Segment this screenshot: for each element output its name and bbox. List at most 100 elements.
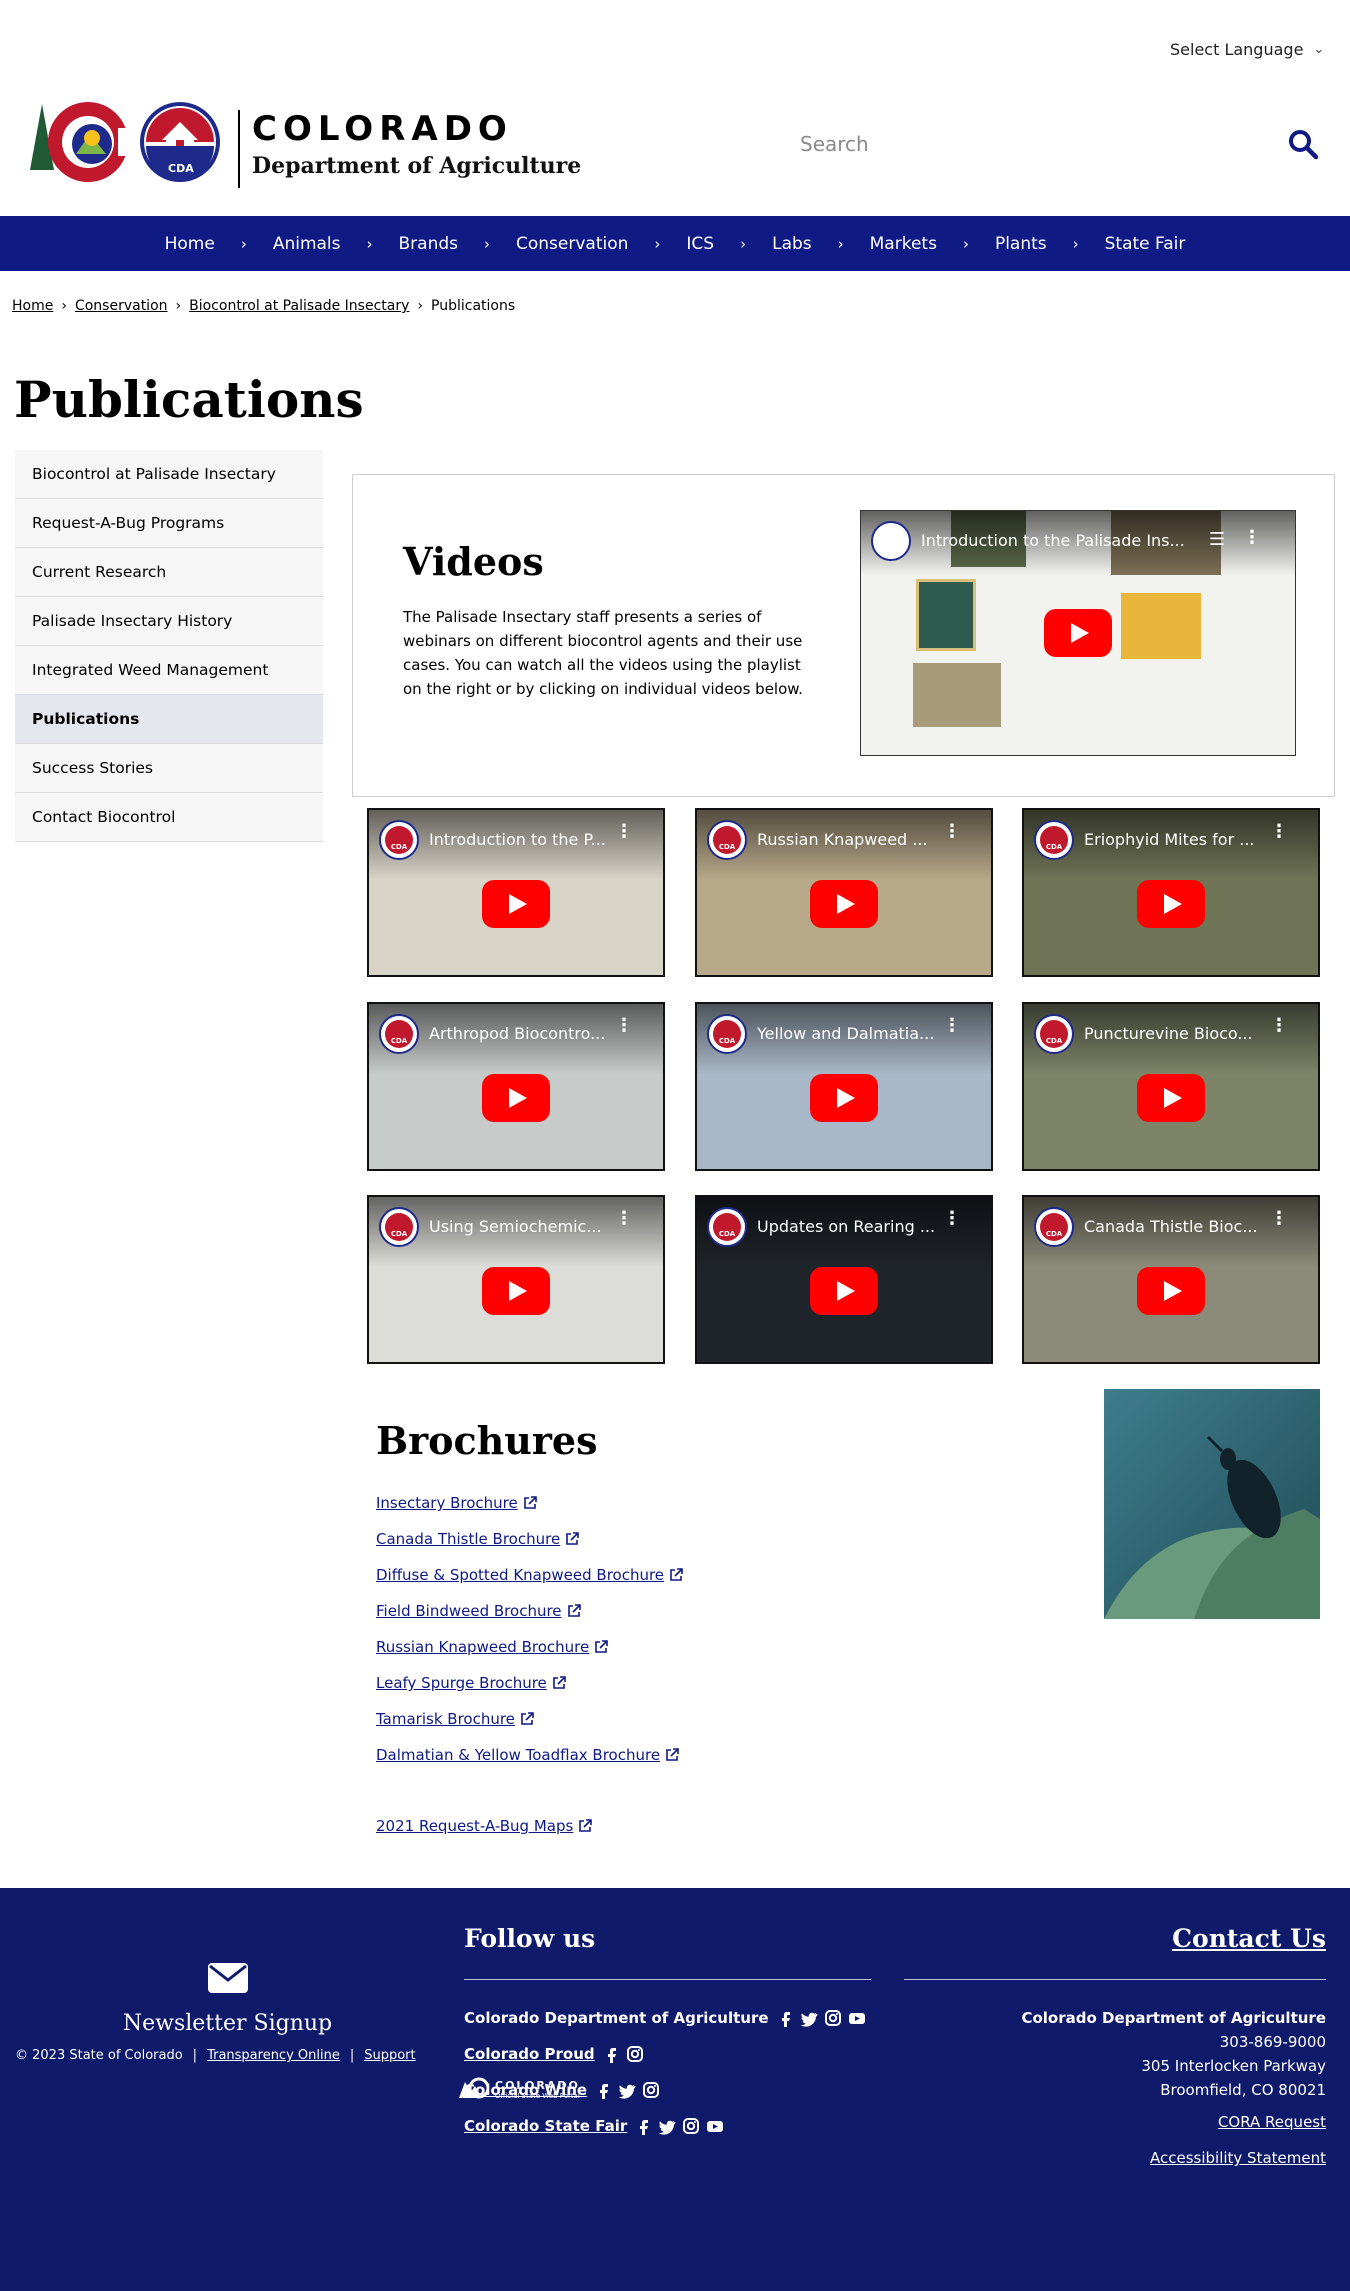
- playlist-icon[interactable]: ☰: [1209, 529, 1225, 550]
- sidebar-item-current-research[interactable]: Current Research: [15, 548, 323, 597]
- video-thumbnail[interactable]: Puncturevine Bioco... ⋮: [1022, 1002, 1320, 1171]
- play-button[interactable]: [1044, 609, 1112, 657]
- channel-avatar[interactable]: [379, 1014, 419, 1054]
- channel-avatar[interactable]: [379, 1207, 419, 1247]
- youtube-icon[interactable]: [848, 2009, 866, 2027]
- breadcrumb-biocontrol[interactable]: Biocontrol at Palisade Insectary: [189, 298, 409, 314]
- more-options-icon[interactable]: ⋮: [943, 823, 961, 841]
- channel-avatar[interactable]: [1034, 1207, 1074, 1247]
- facebook-icon[interactable]: [594, 2081, 612, 2099]
- youtube-icon[interactable]: [706, 2117, 724, 2135]
- more-options-icon[interactable]: ⋮: [615, 823, 633, 841]
- contact-address-1: 305 Interlocken Parkway: [1141, 2057, 1326, 2075]
- more-options-icon[interactable]: ⋮: [1270, 1210, 1288, 1228]
- twitter-icon[interactable]: [658, 2117, 676, 2135]
- cora-request-link[interactable]: CORA Request: [904, 2104, 1326, 2140]
- brochure-link[interactable]: Diffuse & Spotted Knapweed Brochure: [376, 1557, 683, 1593]
- brochure-link[interactable]: Leafy Spurge Brochure: [376, 1665, 683, 1701]
- brochure-link[interactable]: Canada Thistle Brochure: [376, 1521, 683, 1557]
- channel-avatar[interactable]: [1034, 1014, 1074, 1054]
- video-thumbnail[interactable]: Russian Knapweed ... ⋮: [695, 808, 993, 977]
- follow-heading: Follow us: [464, 1924, 871, 1980]
- more-options-icon[interactable]: ⋮: [943, 1017, 961, 1035]
- video-thumbnail[interactable]: Using Semiochemic... ⋮: [367, 1195, 665, 1364]
- more-options-icon[interactable]: ⋮: [615, 1210, 633, 1228]
- facebook-icon[interactable]: [634, 2117, 652, 2135]
- search-icon[interactable]: [1286, 127, 1320, 161]
- sidebar-item-publications[interactable]: Publications: [15, 695, 323, 744]
- play-button[interactable]: [1137, 1074, 1205, 1123]
- video-thumbnail[interactable]: Yellow and Dalmatia... ⋮: [695, 1002, 993, 1171]
- more-options-icon[interactable]: ⋮: [1243, 527, 1261, 548]
- play-button[interactable]: [810, 1267, 878, 1316]
- channel-avatar[interactable]: [1034, 820, 1074, 860]
- sidebar-item-weed-management[interactable]: Integrated Weed Management: [15, 646, 323, 695]
- instagram-icon[interactable]: [642, 2081, 660, 2099]
- instagram-icon[interactable]: [682, 2117, 700, 2135]
- social-account-label[interactable]: Colorado State Fair: [464, 2117, 627, 2135]
- play-button[interactable]: [810, 880, 878, 929]
- video-thumbnail[interactable]: Arthropod Biocontro... ⋮: [367, 1002, 665, 1171]
- videos-description: The Palisade Insectary staff presents a …: [403, 608, 803, 698]
- nav-item-animals[interactable]: Animals ›: [273, 234, 373, 254]
- nav-item-plants[interactable]: Plants ›: [995, 234, 1079, 254]
- facebook-icon[interactable]: [602, 2045, 620, 2063]
- nav-item-brands[interactable]: Brands ›: [399, 234, 491, 254]
- nav-item-markets[interactable]: Markets ›: [870, 234, 969, 254]
- more-options-icon[interactable]: ⋮: [615, 1017, 633, 1035]
- twitter-icon[interactable]: [800, 2009, 818, 2027]
- newsletter-signup[interactable]: Newsletter Signup: [95, 1963, 360, 2036]
- social-account-label[interactable]: Colorado Proud: [464, 2045, 595, 2063]
- language-selector[interactable]: Select Language ⌄: [1170, 40, 1324, 59]
- channel-avatar[interactable]: [707, 1207, 747, 1247]
- logo-wordmark[interactable]: COLORADO Department of Agriculture: [238, 110, 581, 188]
- more-options-icon[interactable]: ⋮: [1270, 823, 1288, 841]
- sidebar-item-contact[interactable]: Contact Biocontrol: [15, 793, 323, 842]
- twitter-icon[interactable]: [618, 2081, 636, 2099]
- contact-heading[interactable]: Contact Us: [904, 1924, 1326, 1980]
- playlist-embed[interactable]: Introduction to the Palisade Ins... ☰ ⋮: [860, 510, 1296, 756]
- video-thumbnail[interactable]: Introduction to the P... ⋮: [367, 808, 665, 977]
- video-thumbnail[interactable]: Updates on Rearing ... ⋮: [695, 1195, 993, 1364]
- play-button[interactable]: [1137, 1267, 1205, 1316]
- play-button[interactable]: [1137, 880, 1205, 929]
- video-thumbnail[interactable]: Eriophyid Mites for ... ⋮: [1022, 808, 1320, 977]
- channel-avatar[interactable]: [707, 820, 747, 860]
- channel-avatar[interactable]: [379, 820, 419, 860]
- sidebar-item-success-stories[interactable]: Success Stories: [15, 744, 323, 793]
- brochure-label: Diffuse & Spotted Knapweed Brochure: [376, 1566, 665, 1584]
- more-options-icon[interactable]: ⋮: [943, 1210, 961, 1228]
- brochure-link[interactable]: Field Bindweed Brochure: [376, 1593, 683, 1629]
- instagram-icon[interactable]: [824, 2009, 842, 2027]
- nav-item-labs[interactable]: Labs ›: [772, 234, 844, 254]
- transparency-link[interactable]: Transparency Online: [207, 2048, 340, 2063]
- nav-item-ics[interactable]: ICS ›: [686, 234, 746, 254]
- brochure-link[interactable]: Tamarisk Brochure: [376, 1701, 683, 1737]
- sidebar-item-request-a-bug[interactable]: Request-A-Bug Programs: [15, 499, 323, 548]
- support-link[interactable]: Support: [364, 2048, 415, 2063]
- play-button[interactable]: [482, 1074, 550, 1123]
- play-button[interactable]: [482, 1267, 550, 1316]
- play-button[interactable]: [810, 1074, 878, 1123]
- channel-avatar[interactable]: [707, 1014, 747, 1054]
- breadcrumb-home[interactable]: Home: [12, 298, 53, 314]
- nav-item-conservation[interactable]: Conservation ›: [516, 234, 660, 254]
- sidebar-item-history[interactable]: Palisade Insectary History: [15, 597, 323, 646]
- play-button[interactable]: [482, 880, 550, 929]
- state-portal-logo[interactable]: COLORADO Official State Web Portal: [455, 2076, 580, 2102]
- brochure-link[interactable]: Insectary Brochure: [376, 1485, 683, 1521]
- facebook-icon[interactable]: [776, 2009, 794, 2027]
- chevron-right-icon: ›: [740, 234, 747, 253]
- brochure-link[interactable]: Russian Knapweed Brochure: [376, 1629, 683, 1665]
- brochure-link[interactable]: Dalmatian & Yellow Toadflax Brochure: [376, 1737, 683, 1773]
- breadcrumb-conservation[interactable]: Conservation: [75, 298, 168, 314]
- nav-item-home[interactable]: Home ›: [165, 234, 247, 254]
- more-options-icon[interactable]: ⋮: [1270, 1017, 1288, 1035]
- request-a-bug-maps-link[interactable]: 2021 Request-A-Bug Maps: [376, 1808, 593, 1844]
- nav-item-state-fair[interactable]: State Fair: [1105, 234, 1186, 254]
- video-thumbnail[interactable]: Canada Thistle Bioc... ⋮: [1022, 1195, 1320, 1364]
- sidebar-item-biocontrol[interactable]: Biocontrol at Palisade Insectary: [15, 450, 323, 499]
- accessibility-link[interactable]: Accessibility Statement: [904, 2140, 1326, 2176]
- instagram-icon[interactable]: [626, 2045, 644, 2063]
- search-input[interactable]: [800, 132, 1260, 156]
